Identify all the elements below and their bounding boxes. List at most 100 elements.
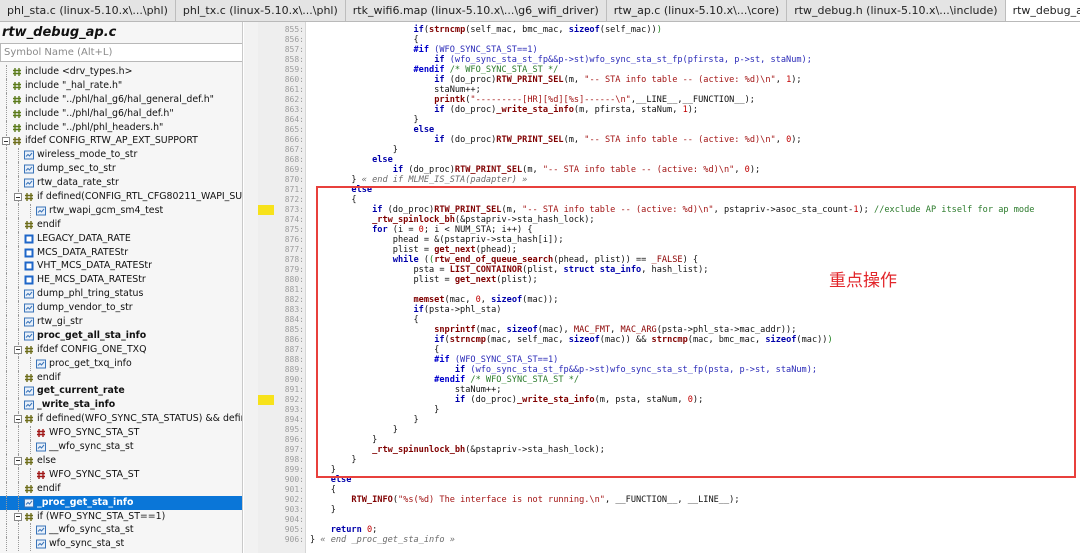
symbol-item[interactable]: get_current_rate <box>0 384 242 399</box>
code-line[interactable]: } <box>310 505 336 515</box>
symbol-item[interactable]: else <box>0 453 242 468</box>
code-line[interactable]: RTW_INFO("%s(%d) The interface is not ru… <box>310 495 739 505</box>
symbol-search-input[interactable] <box>0 43 242 62</box>
symbol-item[interactable]: MCS_DATA_RATEStr <box>0 245 242 260</box>
symbol-item[interactable]: proc_get_txq_info <box>0 356 242 371</box>
code-line[interactable]: } « end _proc_get_sta_info » <box>310 535 455 545</box>
code-line[interactable]: return 0; <box>310 525 378 535</box>
line-number: 897: <box>284 445 304 454</box>
symbol-item[interactable]: __wfo_sync_sta_st <box>0 440 242 455</box>
tree-line <box>6 509 7 524</box>
code-token: (wfo_sync_sta_st_fp&&p->st)wfo_sync_sta_… <box>444 55 812 65</box>
symbol-item[interactable]: include "../phl/hal_g6/hal_def.h" <box>0 106 242 121</box>
line-number: 882: <box>284 295 304 304</box>
code-line[interactable]: else <box>310 155 393 165</box>
func-symbol-icon <box>24 164 34 174</box>
code-token: , <box>775 75 787 85</box>
symbol-item[interactable]: wireless_mode_to_str <box>0 148 242 163</box>
selection-margin[interactable] <box>244 22 258 553</box>
func-symbol-icon <box>36 442 46 452</box>
code-line[interactable]: if (do_proc)RTW_PRINT_SEL(m, "-- STA inf… <box>310 135 801 145</box>
tree-line <box>6 315 7 330</box>
symbol-label: endif <box>37 371 61 383</box>
code-token: RTW_INFO <box>351 495 393 505</box>
code-line[interactable]: if (do_proc)RTW_PRINT_SEL(m, "-- STA inf… <box>310 75 801 85</box>
symbol-item[interactable]: HE_MCS_DATA_RATEStr <box>0 273 242 288</box>
symbol-item[interactable]: VHT_MCS_DATA_RATEStr <box>0 259 242 274</box>
code-line[interactable]: if(strncmp(self_mac, bmc_mac, sizeof(sel… <box>310 25 661 35</box>
symbol-item[interactable]: dump_phl_tring_status <box>0 287 242 302</box>
symbol-item[interactable]: wfo_sync_sta_st <box>0 537 242 552</box>
code-line[interactable]: staNum++; <box>310 85 481 95</box>
line-number: 857: <box>284 45 304 54</box>
code-line[interactable]: if (wfo_sync_sta_st_fp&&p->st)wfo_sync_s… <box>310 55 812 65</box>
code-line[interactable]: #endif /* WFO_SYNC_STA_ST */ <box>310 65 558 75</box>
symbol-item[interactable]: LEGACY_DATA_RATE <box>0 231 242 246</box>
tab-1[interactable]: phl_tx.c (linux-5.10.x\...\phl) <box>176 0 346 21</box>
tree-line <box>6 467 7 482</box>
tab-3[interactable]: rtw_ap.c (linux-5.10.x\...\core) <box>607 0 788 21</box>
symbol-label: rtw_wapi_gcm_sm4_test <box>49 204 164 216</box>
tab-5[interactable]: rtw_debug_ap.c (linux-5.10.x\...\core)× <box>1005 0 1080 21</box>
code-editor[interactable]: if(strncmp(self_mac, bmc_mac, sizeof(sel… <box>244 22 1080 553</box>
hash-symbol-icon <box>36 428 46 438</box>
code-line[interactable]: } <box>310 145 398 155</box>
tree-line <box>6 190 7 205</box>
symbol-item[interactable]: dump_vendor_to_str <box>0 301 242 316</box>
collapse-icon[interactable] <box>14 456 22 465</box>
code-line[interactable]: printk("---------[HR][%d][%s]------\n",_… <box>310 95 755 105</box>
ifdef-symbol-icon <box>24 373 34 383</box>
tab-0[interactable]: phl_sta.c (linux-5.10.x\...\phl) <box>0 0 176 21</box>
symbol-item[interactable]: __wfo_sync_sta_st <box>0 523 242 538</box>
symbol-item[interactable]: include "../phl/hal_g6/hal_general_def.h… <box>0 92 242 107</box>
symbol-label: ifdef CONFIG_ONE_TXQ <box>37 343 147 355</box>
collapse-icon[interactable] <box>14 415 22 424</box>
symbol-item[interactable]: endif <box>0 481 242 496</box>
code-line[interactable]: } <box>310 115 418 125</box>
code-token: ); <box>749 165 761 175</box>
symbol-item[interactable]: WFO_SYNC_STA_ST <box>0 426 242 441</box>
symbol-item[interactable]: _write_sta_info <box>0 398 242 413</box>
symbol-panel: rtw_debug_ap.c include <drv_types.h>incl… <box>0 22 243 553</box>
var-symbol-icon <box>24 261 34 271</box>
symbol-item[interactable]: ifdef CONFIG_RTW_AP_EXT_SUPPORT <box>0 134 242 149</box>
tab-2[interactable]: rtk_wifi6.map (linux-5.10.x\...\g6_wifi_… <box>346 0 607 21</box>
tree-line <box>18 273 19 288</box>
symbol-item[interactable]: include <drv_types.h> <box>0 65 242 79</box>
symbol-item[interactable]: endif <box>0 217 242 232</box>
symbol-item[interactable]: if defined(CONFIG_RTL_CFG80211_WAPI_SUPP <box>0 190 242 205</box>
ifdef-symbol-icon <box>24 345 34 355</box>
code-line[interactable]: } « end if MLME_IS_STA(padapter) » <box>310 175 527 185</box>
collapse-icon[interactable] <box>2 137 10 146</box>
symbol-item[interactable]: if defined(WFO_SYNC_STA_STATUS) && defin… <box>0 412 242 427</box>
code-line[interactable]: else <box>310 125 434 135</box>
symbol-item[interactable]: rtw_gi_str <box>0 315 242 330</box>
symbol-label: dump_sec_to_str <box>37 163 116 175</box>
collapse-icon[interactable] <box>14 512 22 521</box>
func-symbol-icon <box>36 539 46 549</box>
code-line[interactable]: { <box>310 485 336 495</box>
symbol-item[interactable]: include "_hal_rate.h" <box>0 78 242 93</box>
code-line[interactable]: #if (WFO_SYNC_STA_ST==1) <box>310 45 537 55</box>
tree-line <box>18 328 19 343</box>
symbol-item[interactable]: ifdef CONFIG_ONE_TXQ <box>0 342 242 357</box>
func-symbol-icon <box>24 331 34 341</box>
code-token: "%s(%d) The interface is not running.\n" <box>398 495 605 505</box>
tree-line <box>6 523 7 538</box>
symbol-item[interactable]: rtw_data_rate_str <box>0 176 242 191</box>
symbol-item[interactable]: endif <box>0 370 242 385</box>
code-line[interactable]: if (do_proc)_write_sta_info(m, pfirsta, … <box>310 105 698 115</box>
symbol-item[interactable]: if (WFO_SYNC_STA_ST==1) <box>0 509 242 524</box>
symbol-item[interactable]: proc_get_all_sta_info <box>0 328 242 343</box>
symbol-item[interactable]: rtw_wapi_gcm_sm4_test <box>0 203 242 218</box>
symbol-item[interactable]: dump_sec_to_str <box>0 162 242 177</box>
symbol-item[interactable]: WFO_SYNC_STA_ST <box>0 467 242 482</box>
code-line[interactable]: if (do_proc)RTW_PRINT_SEL(m, "-- STA inf… <box>310 165 760 175</box>
symbol-item[interactable]: include "../phl/phl_headers.h" <box>0 120 242 135</box>
symbol-item[interactable]: _proc_get_sta_info <box>0 495 242 510</box>
symbol-label: endif <box>37 218 61 230</box>
tab-4[interactable]: rtw_debug.h (linux-5.10.x\...\include) <box>787 0 1006 21</box>
collapse-icon[interactable] <box>14 193 22 202</box>
code-line[interactable]: { <box>310 35 418 45</box>
collapse-icon[interactable] <box>14 345 22 354</box>
